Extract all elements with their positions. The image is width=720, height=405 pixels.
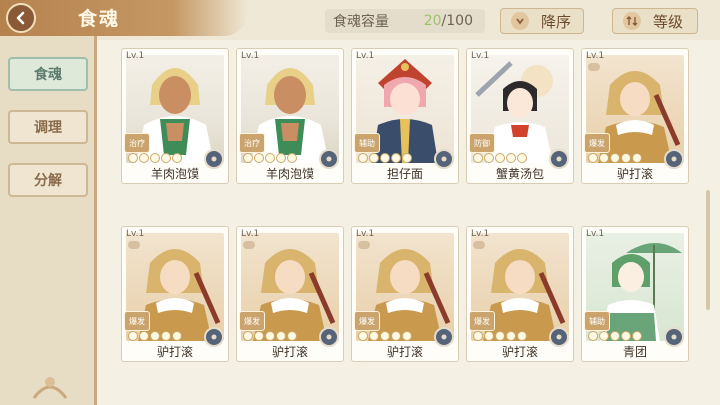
tab-decompose[interactable]: 分解 <box>8 163 88 197</box>
sort-arrows-icon <box>623 12 641 30</box>
element-icon <box>204 327 224 347</box>
star-rating <box>473 153 527 163</box>
level-label: Lv.1 <box>586 51 605 61</box>
level-label: Lv.1 <box>241 51 260 61</box>
star-rating <box>243 331 297 341</box>
favorite-icon <box>243 241 255 249</box>
back-button[interactable] <box>6 3 36 33</box>
favorite-icon <box>128 241 140 249</box>
level-label: Lv.1 <box>126 229 145 239</box>
level-label: Lv.1 <box>241 229 260 239</box>
star-rating <box>358 153 412 163</box>
role-badge: 辅助 <box>584 311 610 331</box>
capacity-label: 食魂容量 <box>333 14 389 30</box>
sort-key-button[interactable]: 等级 <box>612 8 698 34</box>
tab-label: 食魂 <box>34 67 62 83</box>
food-soul-card[interactable]: Lv.1 爆发 驴打滚 <box>236 226 344 362</box>
chevron-down-icon <box>511 12 529 30</box>
food-soul-card[interactable]: Lv.1 爆发 驴打滚 <box>466 226 574 362</box>
star-rating <box>588 153 642 163</box>
scrollbar[interactable] <box>706 190 710 310</box>
food-soul-card[interactable]: Lv.1 治疗 羊肉泡馍 <box>236 48 344 184</box>
role-badge: 爆发 <box>124 311 150 331</box>
tab-food-souls[interactable]: 食魂 <box>8 57 88 91</box>
level-label: Lv.1 <box>356 51 375 61</box>
page-title: 食魂 <box>78 8 121 30</box>
level-label: Lv.1 <box>356 229 375 239</box>
role-badge: 爆发 <box>239 311 265 331</box>
sort-key-label: 等级 <box>653 12 684 31</box>
capacity-value: 20/100 <box>424 13 473 29</box>
food-soul-card[interactable]: Lv.1 辅助 青团 <box>581 226 689 362</box>
sort-order-label: 降序 <box>541 12 572 31</box>
level-label: Lv.1 <box>586 229 605 239</box>
capacity-current: 20 <box>423 13 442 29</box>
food-soul-card[interactable]: Lv.1 治疗 羊肉泡馍 <box>121 48 229 184</box>
favorite-icon <box>588 63 600 71</box>
star-rating <box>588 331 642 341</box>
sidebar: 食魂 调理 分解 <box>0 36 97 405</box>
title-banner <box>0 0 248 36</box>
food-soul-card[interactable]: Lv.1 防御 蟹黄汤包 <box>466 48 574 184</box>
capacity-max: /100 <box>441 13 473 29</box>
element-icon <box>664 327 684 347</box>
capacity-indicator: 食魂容量 20/100 <box>325 9 485 33</box>
role-badge: 治疗 <box>124 133 150 153</box>
element-icon <box>549 149 569 169</box>
star-rating <box>128 331 182 341</box>
element-icon <box>319 327 339 347</box>
role-badge: 爆发 <box>354 311 380 331</box>
role-badge: 辅助 <box>354 133 380 153</box>
star-rating <box>128 153 182 163</box>
element-icon <box>549 327 569 347</box>
ornament-icon <box>32 377 68 399</box>
element-icon <box>434 149 454 169</box>
star-rating <box>243 153 297 163</box>
star-rating <box>473 331 527 341</box>
element-icon <box>204 149 224 169</box>
food-soul-grid: Lv.1 治疗 羊肉泡馍 Lv.1 治疗 羊肉泡馍 Lv.1 辅助 担仔面 Lv… <box>97 40 707 405</box>
star-rating <box>358 331 412 341</box>
tab-cultivate[interactable]: 调理 <box>8 110 88 144</box>
food-soul-card[interactable]: Lv.1 爆发 驴打滚 <box>121 226 229 362</box>
role-badge: 爆发 <box>469 311 495 331</box>
role-badge: 防御 <box>469 133 495 153</box>
food-soul-card[interactable]: Lv.1 爆发 驴打滚 <box>581 48 689 184</box>
element-icon <box>319 149 339 169</box>
role-badge: 爆发 <box>584 133 610 153</box>
food-soul-card[interactable]: Lv.1 辅助 担仔面 <box>351 48 459 184</box>
element-icon <box>664 149 684 169</box>
favorite-icon <box>358 241 370 249</box>
food-soul-card[interactable]: Lv.1 爆发 驴打滚 <box>351 226 459 362</box>
level-label: Lv.1 <box>471 229 490 239</box>
role-badge: 治疗 <box>239 133 265 153</box>
chevron-left-icon <box>16 11 25 25</box>
level-label: Lv.1 <box>126 51 145 61</box>
tab-label: 分解 <box>34 173 62 189</box>
sort-order-button[interactable]: 降序 <box>500 8 584 34</box>
element-icon <box>434 327 454 347</box>
favorite-icon <box>473 241 485 249</box>
level-label: Lv.1 <box>471 51 490 61</box>
tab-label: 调理 <box>34 120 62 136</box>
